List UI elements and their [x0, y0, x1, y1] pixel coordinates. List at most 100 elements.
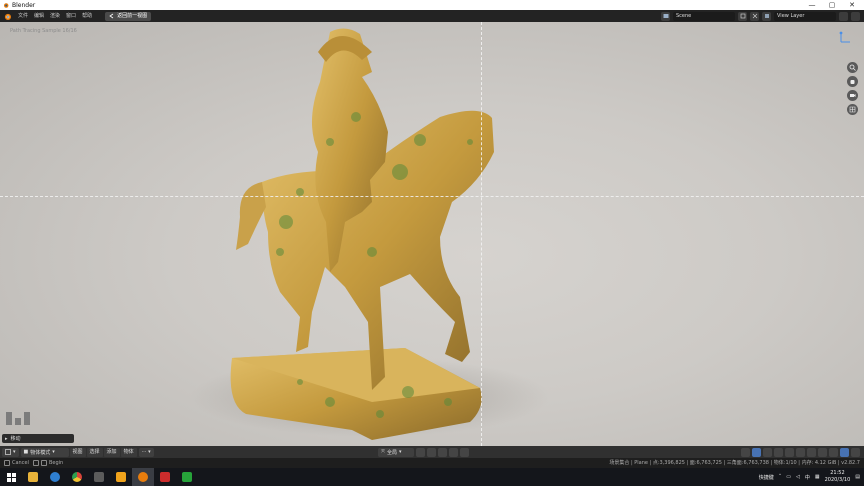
scene-browse-icon[interactable]: [661, 11, 670, 21]
shading-tools: [741, 447, 860, 457]
calculator-icon: [94, 472, 104, 482]
camtasia-icon: [182, 472, 192, 482]
pan-hand-icon[interactable]: [847, 76, 858, 87]
mode-label: 物体模式: [30, 449, 51, 456]
taskbar-camtasia[interactable]: [176, 468, 198, 486]
workspace-back-label: 返回前一视图: [117, 12, 148, 19]
solid-shading-icon[interactable]: [818, 447, 827, 457]
tool-icon[interactable]: [24, 412, 30, 425]
view-layer-selector[interactable]: View Layer: [774, 11, 836, 21]
menu-select[interactable]: 选择: [86, 447, 103, 457]
menu-edit[interactable]: 编辑: [31, 10, 47, 22]
delete-view-layer-icon[interactable]: [851, 11, 860, 21]
visibility-icon[interactable]: [741, 447, 750, 457]
input-grid-icon[interactable]: ▦: [815, 474, 820, 480]
perspective-grid-icon[interactable]: [847, 104, 858, 115]
zoom-icon[interactable]: [847, 62, 858, 73]
3d-viewport[interactable]: Path Tracing Sample 16/16 ▸ 移动: [0, 22, 864, 446]
blender-icon: [138, 472, 148, 482]
taskbar-chrome[interactable]: [66, 468, 88, 486]
tray-chevron-up-icon[interactable]: ˄: [779, 474, 782, 480]
proportional-edit-icon[interactable]: [449, 447, 458, 457]
volume-icon[interactable]: ◁: [796, 474, 800, 480]
mode-selector[interactable]: ■ 物体模式 ▾: [20, 447, 69, 457]
delete-scene-icon[interactable]: [750, 11, 759, 21]
menu-object[interactable]: 物体: [120, 447, 137, 457]
editor-type-button[interactable]: ▾: [2, 447, 19, 457]
gpencil-icon[interactable]: ⋯ ▾: [138, 447, 154, 457]
chevron-down-icon: ▾: [13, 449, 16, 455]
app-orange-icon: [116, 472, 126, 482]
ime-shortcut-label[interactable]: 快捷键: [759, 474, 774, 481]
render-sample-text: Path Tracing Sample 16/16: [10, 28, 77, 34]
status-bar: Cancel Begin 场景集合 | Plane | 点:3,396,825 …: [0, 458, 864, 468]
folder-icon: [28, 472, 38, 482]
clock[interactable]: 21:52 2020/3/10: [825, 470, 851, 484]
camera-view-icon[interactable]: [847, 90, 858, 101]
xray-icon[interactable]: [796, 447, 805, 457]
cancel-hint-label: Cancel: [12, 460, 29, 466]
scene-selector[interactable]: Scene: [673, 11, 735, 21]
tool-icon[interactable]: [15, 418, 21, 425]
overlay-toggle-icon[interactable]: [774, 447, 783, 457]
taskbar-app-orange[interactable]: [110, 468, 132, 486]
new-scene-icon[interactable]: [738, 11, 747, 21]
blender-logo-icon[interactable]: [3, 12, 12, 21]
clock-time: 21:52: [830, 470, 845, 476]
taskbar-blender[interactable]: [132, 468, 154, 486]
maximize-button[interactable]: ▢: [822, 0, 842, 10]
blender-topbar: 文件 编辑 渲染 窗口 帮助 返回前一视图 Scene View Layer: [0, 10, 864, 22]
workspace-back-tab[interactable]: 返回前一视图: [105, 11, 152, 21]
chevron-down-icon: ▾: [52, 449, 55, 455]
scene-statistics: 场景集合 | Plane | 点:3,396,825 | 面:6,763,725…: [609, 460, 860, 466]
menu-help[interactable]: 帮助: [79, 10, 95, 22]
ime-language[interactable]: 中: [805, 474, 810, 481]
taskbar-edge[interactable]: [44, 468, 66, 486]
snap-icon[interactable]: [427, 447, 436, 457]
scene-name: Scene: [676, 13, 692, 19]
window-controls: — ▢ ✕: [802, 0, 862, 10]
windows-taskbar: 快捷键 ˄ ▭ ◁ 中 ▦ 21:52 2020/3/10 ▤: [0, 468, 864, 486]
keymap-hints: Cancel Begin: [0, 460, 63, 466]
rendered-shading-icon[interactable]: [840, 447, 849, 457]
material-shading-icon[interactable]: [829, 447, 838, 457]
3d-view-icon: [5, 449, 11, 455]
gizmo-menu-icon[interactable]: [763, 447, 772, 457]
start-button[interactable]: [0, 468, 22, 486]
notification-icon[interactable]: ▤: [855, 474, 860, 480]
taskbar-file-explorer[interactable]: [22, 468, 44, 486]
menu-view[interactable]: 视图: [69, 447, 86, 457]
window-title-bar: Blender — ▢ ✕: [0, 0, 864, 10]
view-layer-name: View Layer: [777, 13, 805, 19]
app-red-icon: [160, 472, 170, 482]
tool-icon[interactable]: [6, 412, 12, 425]
menu-add[interactable]: 添加: [103, 447, 120, 457]
new-view-layer-icon[interactable]: [839, 11, 848, 21]
edge-icon: [50, 472, 60, 482]
view-layer-icon[interactable]: [762, 11, 771, 21]
mouse-icon: [4, 460, 10, 466]
blender-window: Blender — ▢ ✕ 文件 编辑 渲染 窗口 帮助 返回前一视图 Scen…: [0, 0, 864, 486]
orientation-selector[interactable]: ⤧ 全局 ▾: [378, 447, 414, 457]
network-icon[interactable]: ▭: [786, 474, 791, 480]
wireframe-shading-icon[interactable]: [807, 447, 816, 457]
menu-render[interactable]: 渲染: [47, 10, 63, 22]
chrome-icon: [72, 472, 82, 482]
gizmo-toggle-icon[interactable]: [752, 447, 761, 457]
taskbar-calculator[interactable]: [88, 468, 110, 486]
close-button[interactable]: ✕: [842, 0, 862, 10]
minimize-button[interactable]: —: [802, 0, 822, 10]
snap-target-icon[interactable]: [438, 447, 447, 457]
menu-file[interactable]: 文件: [15, 10, 31, 22]
last-operation-panel[interactable]: ▸ 移动: [2, 434, 74, 443]
falloff-icon[interactable]: [460, 447, 469, 457]
orientation-label: 全局: [387, 449, 398, 456]
overlay-menu-icon[interactable]: [785, 447, 794, 457]
pivot-icon[interactable]: [416, 447, 425, 457]
navigation-gizmo: [847, 62, 858, 115]
toolbar-collapsed-icons[interactable]: [6, 412, 30, 425]
menu-window[interactable]: 窗口: [63, 10, 79, 22]
axis-gizmo-icon[interactable]: [838, 30, 854, 44]
taskbar-app-red[interactable]: [154, 468, 176, 486]
shading-menu-icon[interactable]: [851, 447, 860, 457]
